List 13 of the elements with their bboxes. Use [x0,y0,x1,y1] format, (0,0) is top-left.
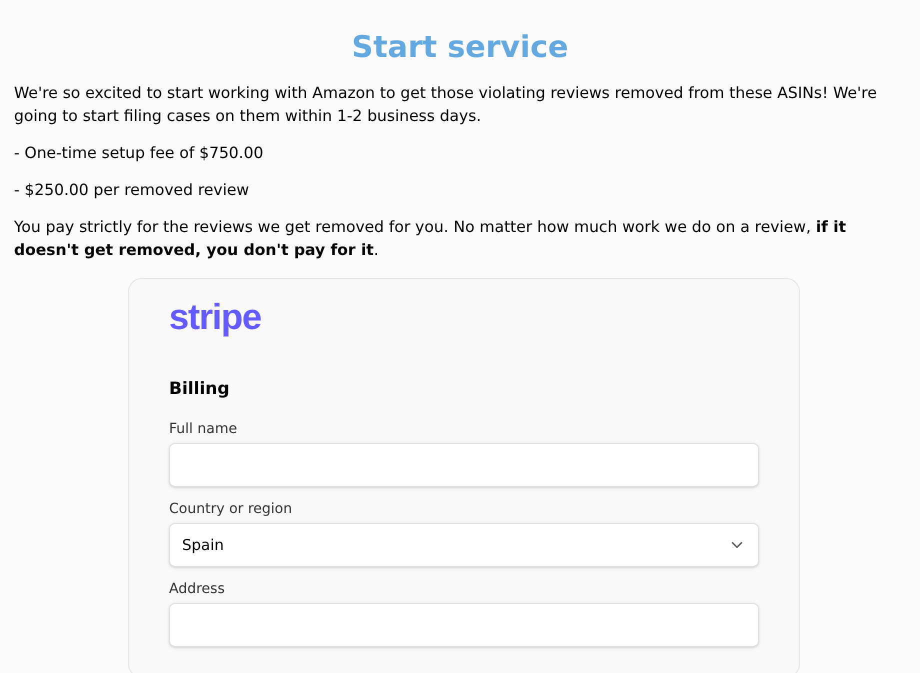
field-label: Full name [169,420,238,439]
input-field[interactable] [169,443,759,487]
paragraph: - One-time setup fee of $750.00 [14,143,264,164]
input-field[interactable] [169,603,759,647]
section-title: Billing [169,378,231,401]
page-title: Start service [350,29,570,67]
field-label: Country or region [169,500,294,519]
paragraph: - $250.00 per removed review [14,180,250,201]
logo: stripe [169,295,262,339]
paragraph: We're so excited to start working with Amazon to get those violating reviews removed from these ASINs! We're going to start filing cases on them within 1-2 business days. [14,83,878,127]
field-label: Address [169,580,226,599]
paragraph: You pay strictly for the reviews we get removed for you. No matter how much work we do on a review, if it doesn't get removed, you don't pay for it. [14,217,847,261]
country-select[interactable]: Spain [169,523,759,567]
